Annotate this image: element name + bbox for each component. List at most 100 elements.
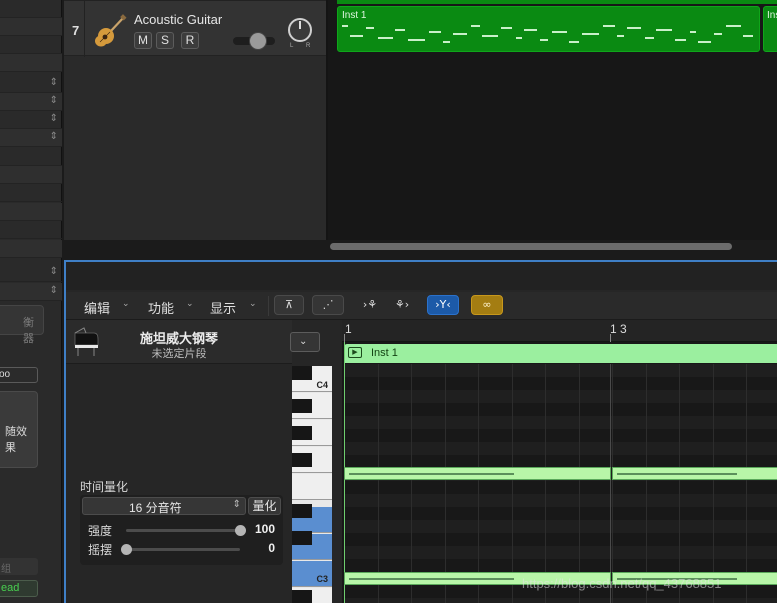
group-slot[interactable]: 组 [0,558,38,575]
volume-fader-handle[interactable] [249,32,267,50]
region-note [471,25,480,27]
updown-chevron-icon[interactable]: ⇕ [50,113,58,124]
midi-dots-icon: ⋰ [322,298,334,311]
horizontal-scrollbar[interactable] [330,243,732,250]
palette-button[interactable]: ⚘› [386,295,418,315]
inspector-row[interactable]: ⇕ [0,283,62,301]
inspector-button[interactable]: 衡器 [0,305,44,345]
black-key[interactable] [292,399,312,413]
black-key[interactable] [292,590,312,603]
region-header[interactable]: ▶ Inst 1 [344,344,777,363]
piano-roll-grid[interactable]: 1 1 3 ▶ Inst 1 [342,320,777,603]
inspector-row[interactable] [0,148,62,166]
inspector-row[interactable]: ⇕ [0,264,62,282]
quantize-panel: 16 分音符 ⇕ 量化 强度 100 摇摆 0 [80,495,283,565]
midi-region-next[interactable]: Ins [763,6,777,52]
edit-menu[interactable]: 编辑 [84,298,110,317]
instrument-panel: 施坦威大钢琴 未选定片段 ⌄ 时间量化 16 分音符 ⇕ 量化 强度 100 摇… [66,320,320,603]
swing-label: 摇摆 [88,543,113,557]
tracks-area: 7 Acoustic Guitar M S R L R Inst 1 In [64,0,777,254]
midi-note[interactable] [344,467,611,480]
piano-keyboard[interactable]: C4 C3 [292,366,332,603]
chevron-down-icon[interactable]: ⌄ [122,299,130,309]
updown-chevron-icon[interactable]: ⇕ [50,131,58,142]
strength-slider-handle[interactable] [235,525,246,536]
solo-button[interactable]: S [156,32,174,49]
black-key[interactable] [292,426,312,440]
inspector-row[interactable] [0,166,62,184]
region-note [482,35,498,37]
step-input-button[interactable]: ›⚘ [354,295,386,315]
midi-out-button[interactable]: ⋰ [312,295,344,315]
functions-menu[interactable]: 功能 [148,298,174,317]
updown-chevron-icon[interactable]: ⇕ [50,285,58,296]
black-key[interactable] [292,531,312,545]
grid-line [411,364,412,603]
white-key-highlighted[interactable]: C3 [292,561,332,587]
inspector-row[interactable] [0,184,62,202]
link-button[interactable]: ∞ [471,295,503,315]
inspector-row[interactable] [0,240,62,258]
effects-slot[interactable]: 随效果 [0,391,38,468]
region-note [408,39,425,41]
track-name[interactable]: Acoustic Guitar [134,12,222,27]
inspector-row[interactable] [0,221,62,239]
inspector-row[interactable]: ⇕ [0,111,62,129]
region-note [516,37,522,39]
mute-button[interactable]: M [134,32,152,49]
quantize-button[interactable]: 量化 [248,497,281,515]
bar-line [610,364,611,603]
key-label-c4: C4 [316,380,328,390]
updown-chevron-icon[interactable]: ⇕ [50,77,58,88]
link-icon: ∞ [482,298,492,311]
inspector-row[interactable] [0,0,62,18]
black-key[interactable] [292,453,312,467]
white-key[interactable] [292,474,332,500]
chevron-down-icon[interactable]: ⌄ [249,299,257,309]
black-key[interactable] [292,504,312,518]
link-toggle[interactable]: oo [0,367,38,383]
divider [84,1,85,57]
view-menu[interactable]: 显示 [210,298,236,317]
inspector-row[interactable] [0,203,62,221]
arrange-area[interactable]: Inst 1 Ins [328,0,777,240]
record-button[interactable]: R [181,32,199,49]
chevron-down-icon[interactable]: ⌄ [186,299,194,309]
collapse-button[interactable]: ⊼ [274,295,304,315]
black-key[interactable] [292,366,312,380]
collapse-icon: ⊼ [284,298,294,311]
updown-chevron-icon[interactable]: ⇕ [50,95,58,106]
ruler-tick [344,334,345,342]
logic-pro-window: ⇕ ⇕ ⇕ ⇕ ⇕ ⇕ 衡器 oo 随效果 组 ead 7 Acoustic G… [0,0,777,603]
strength-slider[interactable] [126,529,240,532]
swing-value: 0 [268,541,275,555]
inspector-row[interactable] [0,36,62,54]
ruler-bar-number: 1 [345,322,352,336]
bar-ruler[interactable]: 1 1 3 [342,320,777,342]
palette-icon: ⚘› [394,298,410,311]
updown-chevron-icon[interactable]: ⇕ [50,266,58,277]
midi-note[interactable] [612,467,777,480]
grid-line [512,364,513,603]
track-header-row[interactable]: 7 Acoustic Guitar M S R L R [64,0,326,57]
quantize-value-select[interactable]: 16 分音符 ⇕ [82,497,246,515]
region-note [627,27,641,29]
midi-region[interactable]: Inst 1 [337,6,760,52]
region-note [582,33,599,35]
automation-mode-button[interactable]: ead [0,580,38,597]
inspector-row[interactable]: ⇕ [0,75,62,93]
catch-playhead-button[interactable]: ›Y‹ [427,295,459,315]
acoustic-guitar-icon [95,14,127,47]
region-note [453,33,467,35]
grid-line [545,364,546,603]
note-velocity-bar [617,473,737,475]
swing-slider-handle[interactable] [121,544,132,555]
inspector-row[interactable]: ⇕ [0,93,62,111]
inspector-row[interactable] [0,18,62,36]
inspector-row[interactable] [0,54,62,72]
region-above[interactable] [337,0,777,4]
inspector-row[interactable]: ⇕ [0,129,62,147]
swing-slider[interactable] [126,548,240,551]
instrument-dropdown-button[interactable]: ⌄ [290,332,320,352]
quantize-title: 时间量化 [80,480,129,494]
